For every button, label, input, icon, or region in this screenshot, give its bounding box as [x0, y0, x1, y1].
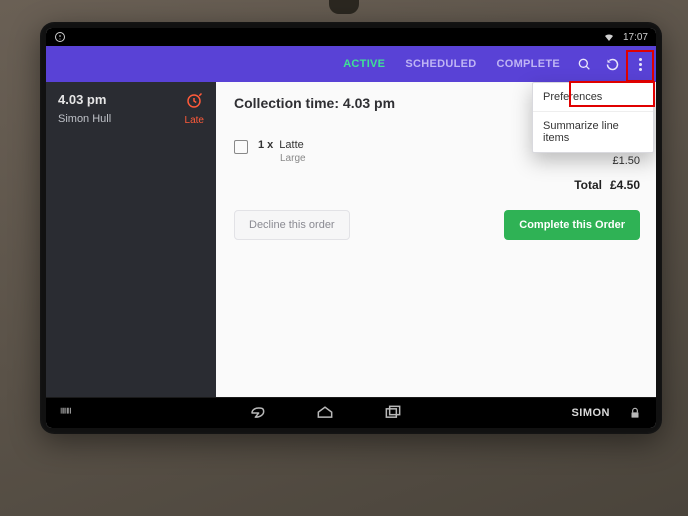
- order-list-item[interactable]: 4.03 pm Simon Hull Late: [58, 92, 204, 126]
- nav-user-label[interactable]: SIMON: [571, 407, 610, 419]
- info-icon: [54, 31, 66, 43]
- tab-active[interactable]: ACTIVE: [335, 54, 393, 74]
- tab-scheduled[interactable]: SCHEDULED: [397, 54, 484, 74]
- nav-recents-icon[interactable]: [382, 402, 404, 424]
- status-clock: 17:07: [623, 32, 648, 43]
- total-value: £4.50: [610, 178, 640, 192]
- android-nav-bar: SIMON: [46, 397, 656, 428]
- order-time: 4.03 pm: [58, 92, 111, 107]
- modifier-price: £1.50: [612, 154, 640, 169]
- wifi-icon: [603, 31, 615, 43]
- order-detail-panel: Collection time: 4.03 pm Customer Prefer…: [216, 82, 656, 397]
- item-checkbox[interactable]: [234, 140, 248, 154]
- app-bar: ACTIVE SCHEDULED COMPLETE: [46, 46, 656, 82]
- order-list-sidebar: 4.03 pm Simon Hull Late: [46, 82, 216, 397]
- overflow-menu-icon[interactable]: [628, 52, 652, 76]
- barcode-icon[interactable]: [56, 402, 78, 424]
- menu-item-summarize[interactable]: Summarize line items: [533, 111, 653, 152]
- item-modifier: Large: [280, 153, 306, 164]
- clock-late-icon: [185, 92, 203, 113]
- late-badge: Late: [185, 92, 204, 126]
- menu-item-preferences[interactable]: Preferences: [533, 83, 653, 111]
- android-status-bar: 17:07: [46, 28, 656, 46]
- nav-back-icon[interactable]: [246, 402, 268, 424]
- nav-home-icon[interactable]: [314, 402, 336, 424]
- late-label: Late: [185, 115, 204, 126]
- total-label: Total: [574, 178, 602, 192]
- decline-order-button[interactable]: Decline this order: [234, 210, 350, 240]
- overflow-menu-popup: Preferences Summarize line items: [532, 82, 654, 153]
- item-quantity: 1 x: [258, 139, 273, 151]
- refresh-icon[interactable]: [600, 52, 624, 76]
- search-icon[interactable]: [572, 52, 596, 76]
- complete-order-button[interactable]: Complete this Order: [504, 210, 640, 240]
- collection-time-heading: Collection time: 4.03 pm: [234, 95, 395, 111]
- lock-icon[interactable]: [624, 402, 646, 424]
- order-customer-name: Simon Hull: [58, 113, 111, 125]
- item-name: Latte: [279, 139, 303, 151]
- tab-complete[interactable]: COMPLETE: [488, 54, 568, 74]
